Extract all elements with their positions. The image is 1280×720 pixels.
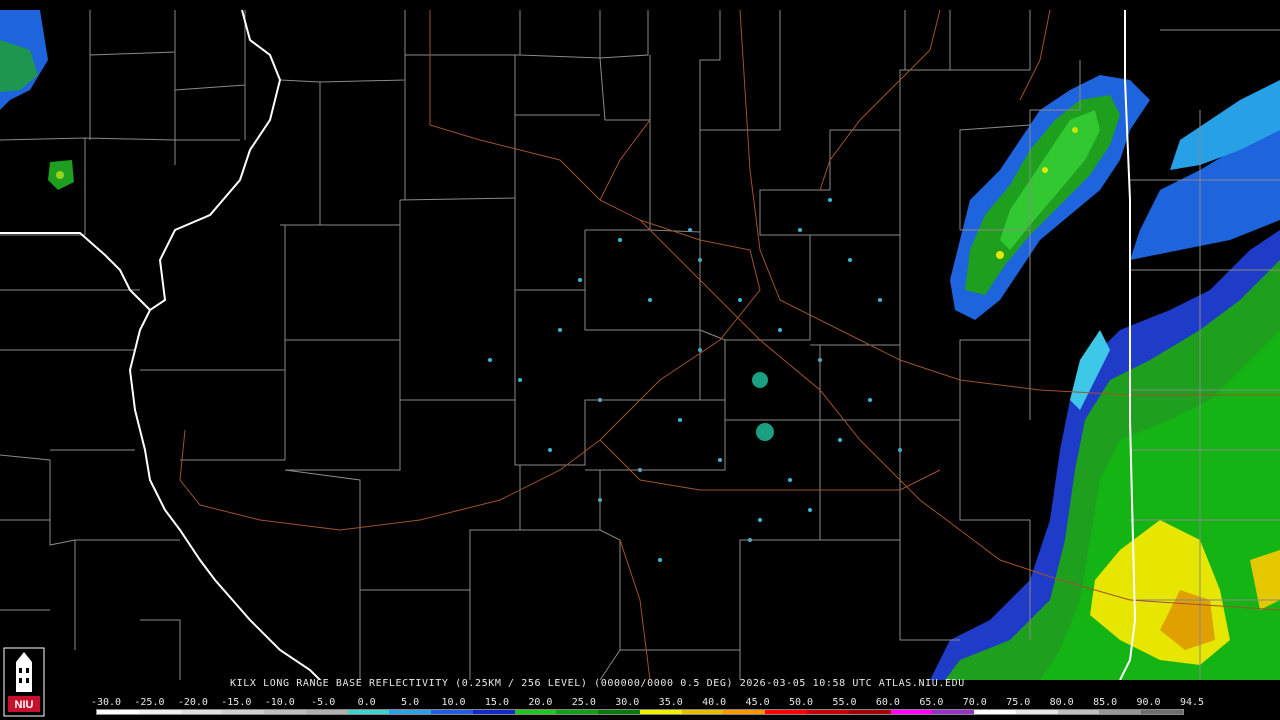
- colorbar-segment: [765, 710, 808, 714]
- product-caption: KILX LONG RANGE BASE REFLECTIVITY (0.25K…: [230, 678, 965, 689]
- scale-label: -25.0: [134, 697, 165, 708]
- colorbar-segment: [974, 710, 1016, 714]
- scale-label: 0.0: [357, 697, 376, 708]
- colorbar-segment: [639, 710, 682, 714]
- colorbar-segment: [305, 710, 348, 714]
- colorbar-segment: [1057, 710, 1100, 714]
- scale-label: 10.0: [441, 697, 466, 708]
- colorbar-segment: [848, 710, 891, 714]
- scale-label: 40.0: [702, 697, 727, 708]
- scale-label: 45.0: [745, 697, 770, 708]
- colorbar-segment: [1141, 710, 1183, 714]
- scale-label: 75.0: [1006, 697, 1031, 708]
- scale-label: -5.0: [311, 697, 336, 708]
- colorbar-segment: [890, 710, 933, 714]
- colorbar-segment: [1015, 710, 1058, 714]
- colorbar-segment: [807, 710, 849, 714]
- colorbar-segment: [932, 710, 975, 714]
- colorbar-segment: [472, 710, 515, 714]
- colorbar-segment: [431, 710, 473, 714]
- colorbar-segment: [514, 710, 557, 714]
- colorbar-segment: [97, 710, 139, 714]
- radar-map: [0, 0, 1280, 720]
- scale-label: 55.0: [832, 697, 857, 708]
- scale-label: 90.0: [1136, 697, 1161, 708]
- colorbar-segment: [347, 710, 390, 714]
- scale-label: 65.0: [919, 697, 944, 708]
- colorbar-segment: [389, 710, 432, 714]
- scale-label: 60.0: [875, 697, 900, 708]
- scale-label: 85.0: [1093, 697, 1118, 708]
- colorbar-segment: [264, 710, 306, 714]
- scale-label: 70.0: [962, 697, 987, 708]
- scale-label: 35.0: [658, 697, 683, 708]
- scale-label: 94.5: [1179, 697, 1205, 708]
- scale-label: -10.0: [264, 697, 295, 708]
- colorbar-segment: [556, 710, 599, 714]
- scale-label: 20.0: [528, 697, 553, 708]
- scale-labels: -30.0 -25.0 -20.0 -15.0 -10.0 -5.0 0.0 5.0 10.0 1…: [90, 697, 1205, 709]
- scale-label: 50.0: [788, 697, 814, 708]
- scale-label: -20.0: [177, 697, 208, 708]
- colorbar-segment: [681, 710, 724, 714]
- scale-label: 30.0: [615, 697, 640, 708]
- colorbar-segment: [723, 710, 766, 714]
- colorbar-segment: [1099, 710, 1142, 714]
- reflectivity-colorbar: [96, 709, 1184, 715]
- colorbar-segment: [598, 710, 640, 714]
- scale-label: -30.0: [90, 697, 122, 708]
- niu-logo: NIU: [3, 647, 45, 717]
- scale-label: 25.0: [571, 697, 596, 708]
- colorbar-segment: [180, 710, 223, 714]
- scale-label: 15.0: [484, 697, 509, 708]
- colorbar-segment: [222, 710, 265, 714]
- scale-label: 80.0: [1049, 697, 1074, 708]
- logo-text: NIU: [15, 699, 34, 711]
- scale-label: -15.0: [221, 697, 252, 708]
- colorbar-segment: [138, 710, 181, 714]
- scale-label: 5.0: [401, 697, 420, 708]
